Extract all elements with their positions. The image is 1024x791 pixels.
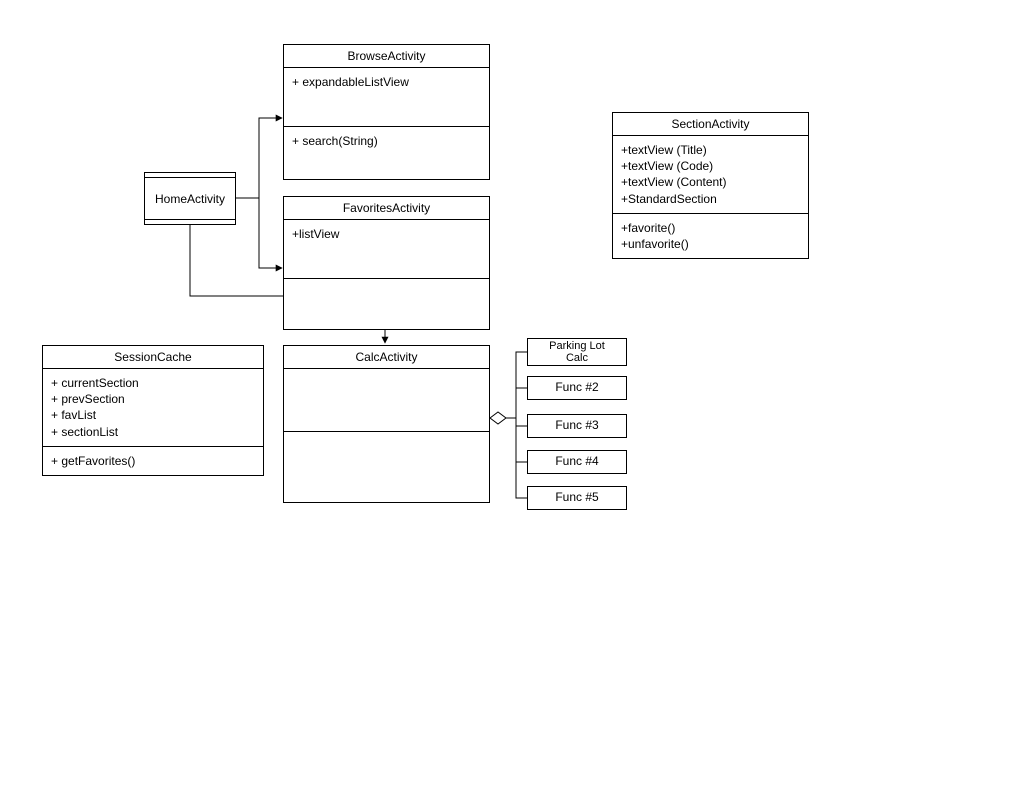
calc-activity-attributes (284, 369, 489, 432)
favorites-methods (284, 279, 489, 329)
session-cache-attributes: + currentSection + prevSection + favList… (43, 369, 263, 447)
section-activity-attributes: +textView (Title) +textView (Code) +text… (613, 136, 808, 214)
session-cache-method-1: + getFavorites() (51, 453, 255, 469)
browse-activity-attributes: + expandableListView (284, 68, 489, 127)
func1-line1: Parking Lot (549, 340, 605, 352)
browse-method-1: + search(String) (292, 133, 481, 149)
section-activity-title: SectionActivity (613, 113, 808, 136)
favorites-attributes: +listView (284, 220, 489, 279)
calc-activity-node: CalcActivity (283, 345, 490, 503)
session-cache-methods: + getFavorites() (43, 447, 263, 475)
section-activity-attr-3: +textView (Content) (621, 174, 800, 190)
favorites-activity-node: FavoritesActivity +listView (283, 196, 490, 330)
session-cache-attr-2: + prevSection (51, 391, 255, 407)
func-2: Func #2 (527, 376, 627, 400)
session-cache-title: SessionCache (43, 346, 263, 369)
section-activity-method-2: +unfavorite() (621, 236, 800, 252)
func-4: Func #4 (527, 450, 627, 474)
func-5: Func #5 (527, 486, 627, 510)
section-activity-attr-4: +StandardSection (621, 191, 800, 207)
diagram-canvas: HomeActivity BrowseActivity + expandable… (0, 0, 1024, 791)
browse-attr-1: + expandableListView (292, 74, 481, 90)
calc-activity-methods (284, 432, 489, 502)
session-cache-attr-4: + sectionList (51, 424, 255, 440)
home-activity-title: HomeActivity (144, 177, 236, 220)
browse-activity-methods: + search(String) (284, 127, 489, 179)
section-activity-node: SectionActivity +textView (Title) +textV… (612, 112, 809, 259)
func-3: Func #3 (527, 414, 627, 438)
section-activity-attr-2: +textView (Code) (621, 158, 800, 174)
session-cache-attr-1: + currentSection (51, 375, 255, 391)
section-activity-attr-1: +textView (Title) (621, 142, 800, 158)
browse-activity-title: BrowseActivity (284, 45, 489, 68)
browse-activity-node: BrowseActivity + expandableListView + se… (283, 44, 490, 180)
favorites-title: FavoritesActivity (284, 197, 489, 220)
home-activity-node: HomeActivity (144, 172, 236, 225)
func-parking-lot-calc: Parking Lot Calc (527, 338, 627, 366)
session-cache-node: SessionCache + currentSection + prevSect… (42, 345, 264, 476)
section-activity-method-1: +favorite() (621, 220, 800, 236)
calc-activity-title: CalcActivity (284, 346, 489, 369)
favorites-attr-1: +listView (292, 226, 481, 242)
section-activity-methods: +favorite() +unfavorite() (613, 214, 808, 258)
session-cache-attr-3: + favList (51, 407, 255, 423)
func1-line2: Calc (566, 352, 588, 364)
